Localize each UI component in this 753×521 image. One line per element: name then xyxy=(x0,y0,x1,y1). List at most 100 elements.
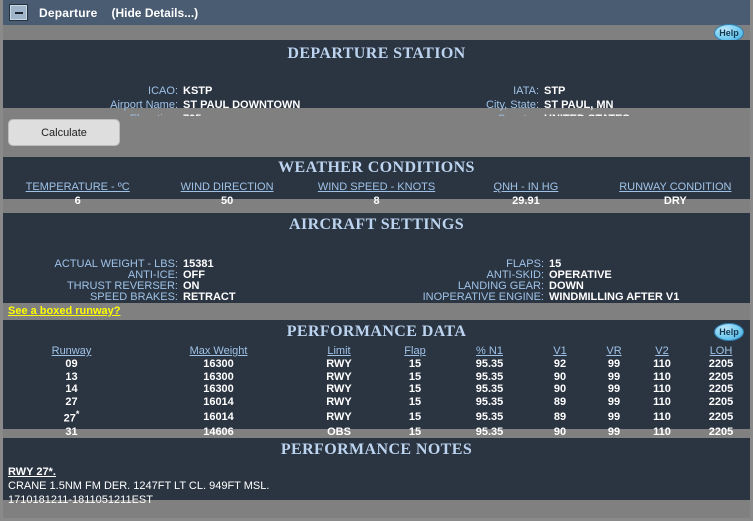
performance-notes-heading: PERFORMANCE NOTES xyxy=(280,441,473,458)
performance-data-heading: PERFORMANCE DATA xyxy=(286,323,467,340)
cell-n1: 95.35 xyxy=(475,410,504,423)
help-button-performance[interactable]: Help xyxy=(714,323,744,341)
cell-vr: 99 xyxy=(607,370,621,383)
field-airport-name-value: ST PAUL DOWNTOWN xyxy=(183,99,301,111)
cell-flap: 15 xyxy=(408,383,422,396)
weather-wind-direction: WIND DIRECTION 50 xyxy=(152,181,301,207)
table-row[interactable]: 31 14606 OBS 15 95.35 90 99 110 2205 xyxy=(3,426,753,439)
cell-v1: 90 xyxy=(553,425,567,438)
hide-details-toggle[interactable]: (Hide Details...) xyxy=(111,6,198,20)
cell-flap: 15 xyxy=(408,358,422,370)
cell-limit: RWY xyxy=(326,395,352,408)
weather-runway-condition-header: RUNWAY CONDITION xyxy=(619,181,732,193)
weather-heading: WEATHER CONDITIONS xyxy=(278,159,475,176)
cell-v1: 92 xyxy=(553,358,567,370)
field-iata: IATA: STP xyxy=(379,84,749,98)
table-row[interactable]: 09 16300 RWY 15 95.35 92 99 110 2205 xyxy=(3,358,753,371)
cell-loh: 2205 xyxy=(708,370,734,383)
field-airport-name-label: Airport Name: xyxy=(110,99,178,111)
field-city-state: City, State: ST PAUL, MN xyxy=(379,98,749,112)
weather-conditions-section: WEATHER CONDITIONS TEMPERATURE - ºC 6 WI… xyxy=(3,157,750,207)
cell-max-weight: 16300 xyxy=(203,383,234,396)
cell-vr: 99 xyxy=(607,425,621,438)
cell-n1: 95.35 xyxy=(475,395,504,408)
cell-max-weight: 16014 xyxy=(203,410,234,423)
cell-runway: 27* xyxy=(63,409,80,426)
cell-vr: 99 xyxy=(607,395,621,408)
weather-qnh: QNH - IN HG 29.91 xyxy=(451,181,600,207)
cell-limit: RWY xyxy=(326,370,352,383)
cell-flap: 15 xyxy=(408,370,422,383)
table-row[interactable]: 14 16300 RWY 15 95.35 90 99 110 2205 xyxy=(3,383,753,396)
weather-wind-speed-header: WIND SPEED - KNOTS xyxy=(317,181,436,193)
aircraft-settings-heading: AIRCRAFT SETTINGS xyxy=(289,216,464,233)
col-loh: LOH xyxy=(709,345,733,357)
col-flap: Flap xyxy=(404,345,426,357)
weather-runway-condition-value: DRY xyxy=(663,195,687,207)
cell-runway: 14 xyxy=(65,383,78,396)
cell-v2: 110 xyxy=(653,370,671,383)
calculate-button[interactable]: Calculate xyxy=(8,119,120,146)
cell-vr: 99 xyxy=(607,410,621,423)
calculate-bar: Calculate xyxy=(3,116,750,148)
cell-v2: 110 xyxy=(653,395,671,408)
cell-flap: 15 xyxy=(408,395,422,408)
cell-runway: 13 xyxy=(65,370,78,383)
cell-v2: 110 xyxy=(653,410,671,423)
col-pct-n1: % N1 xyxy=(476,345,503,357)
cell-v1: 89 xyxy=(553,395,567,408)
aircraft-settings-section: AIRCRAFT SETTINGS ACTUAL WEIGHT - LBS: 15… xyxy=(3,213,750,325)
weather-wind-speed: WIND SPEED - KNOTS 8 xyxy=(302,181,451,207)
cell-n1: 95.35 xyxy=(475,358,504,370)
performance-notes-body: RWY 27*. CRANE 1.5NM FM DER. 1247FT LT C… xyxy=(3,459,750,507)
field-airport-name: Airport Name: ST PAUL DOWNTOWN xyxy=(3,98,373,112)
cell-runway: 09 xyxy=(65,358,78,370)
table-row[interactable]: 27 16014 RWY 15 95.35 89 99 110 2205 xyxy=(3,396,753,409)
col-v2: V2 xyxy=(655,345,669,357)
col-v1: V1 xyxy=(553,345,567,357)
field-city-state-label: City, State: xyxy=(486,99,539,111)
field-iata-label: IATA: xyxy=(513,85,539,97)
cell-runway: 31 xyxy=(65,425,78,438)
table-row[interactable]: 13 16300 RWY 15 95.35 90 99 110 2205 xyxy=(3,371,753,384)
window-title-bar: Departure (Hide Details...) xyxy=(3,0,750,25)
cell-vr: 99 xyxy=(607,358,621,370)
departure-station-section: DEPARTURE STATION ICAO: KSTP Airport Name… xyxy=(3,40,750,125)
cell-v1: 89 xyxy=(553,410,567,423)
cell-max-weight: 16300 xyxy=(203,370,234,383)
table-row[interactable]: 27* 16014 RWY 15 95.35 89 99 110 2205 xyxy=(3,408,753,425)
field-iata-value: STP xyxy=(544,85,566,97)
separator-calculate-bottom xyxy=(3,148,750,157)
cell-v1: 90 xyxy=(553,370,567,383)
cell-n1: 95.35 xyxy=(475,425,504,438)
departure-station-heading: DEPARTURE STATION xyxy=(287,45,466,62)
cell-loh: 2205 xyxy=(708,358,734,370)
col-vr: VR xyxy=(606,345,622,357)
notes-line-2: 1710181211-1811051211EST xyxy=(8,494,153,506)
field-city-state-value: ST PAUL, MN xyxy=(544,99,614,111)
cell-loh: 2205 xyxy=(708,383,734,396)
cell-flap: 15 xyxy=(408,410,422,423)
cell-limit: RWY xyxy=(326,383,352,396)
boxed-runway-marker: * xyxy=(75,409,80,420)
boxed-runway-link[interactable]: See a boxed runway? xyxy=(8,305,120,317)
col-limit: Limit xyxy=(327,345,351,357)
weather-temperature: TEMPERATURE - ºC 6 xyxy=(3,181,152,207)
performance-notes-section: PERFORMANCE NOTES RWY 27*. CRANE 1.5NM F… xyxy=(3,438,750,506)
cell-limit: OBS xyxy=(327,425,351,438)
performance-table: Runway Max Weight Limit Flap % N1 V1 VR … xyxy=(3,345,753,451)
weather-columns: TEMPERATURE - ºC 6 WIND DIRECTION 50 WIN… xyxy=(3,181,750,207)
field-icao: ICAO: KSTP xyxy=(3,84,373,98)
boxed-runway-bar: See a boxed runway? xyxy=(3,303,750,320)
cell-max-weight: 16300 xyxy=(203,358,234,370)
minimize-icon xyxy=(14,11,23,14)
cell-loh: 2205 xyxy=(708,425,734,438)
performance-table-header-row: Runway Max Weight Limit Flap % N1 V1 VR … xyxy=(3,345,753,358)
minimize-button[interactable] xyxy=(9,4,28,21)
field-icao-label: ICAO: xyxy=(148,85,178,97)
cell-flap: 15 xyxy=(408,425,422,438)
cell-v1: 90 xyxy=(553,383,567,396)
cell-loh: 2205 xyxy=(708,395,734,408)
cell-v2: 110 xyxy=(653,425,671,438)
notes-runway-reference[interactable]: RWY 27*. xyxy=(8,465,750,479)
